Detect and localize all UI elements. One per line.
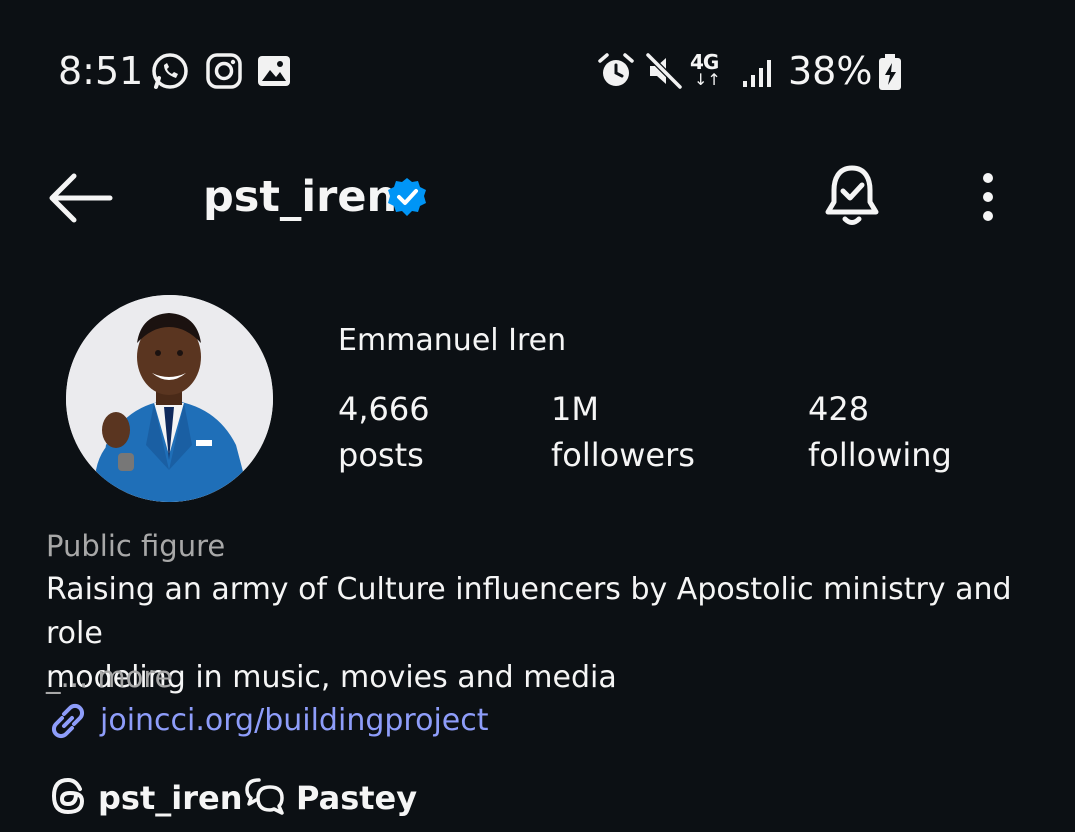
notification-bell-icon[interactable] [820,162,884,230]
profile-avatar[interactable] [66,295,273,502]
bio-more-link[interactable]: ... more [61,660,173,694]
bio-line: modeling in music, movies and media [46,660,617,695]
threads-username[interactable]: pst_iren [98,776,242,820]
following-label[interactable]: following [808,434,952,476]
battery-charging-icon [879,54,901,90]
page-title-username: pst_iren [203,172,398,222]
gallery-icon [258,56,290,86]
posts-count[interactable]: 4,666 [338,388,430,430]
bio-more-prefix: _ [46,660,61,694]
back-arrow-icon[interactable] [44,170,114,226]
verified-badge-icon [388,178,426,216]
chat-channel-name[interactable]: Pastey [296,776,417,820]
posts-label[interactable]: posts [338,434,424,476]
status-time: 8:51 [58,49,144,93]
profile-full-name: Emmanuel Iren [338,323,567,358]
threads-icon[interactable] [48,775,90,817]
chat-bubbles-icon[interactable] [244,775,286,817]
instagram-icon [206,53,242,89]
more-options-icon[interactable] [968,168,1008,226]
signal-icon [743,60,771,87]
mute-icon [645,52,683,90]
bio-line: Raising an army of Culture influencers b… [46,572,1012,651]
alarm-icon [598,53,634,86]
avatar-photo [66,295,273,502]
whatsapp-icon [152,53,188,89]
followers-count[interactable]: 1M [551,388,599,430]
network-4g-lte-icon: 4G ↓↑ [690,50,721,89]
profile-bio: Raising an army of Culture influencers b… [46,568,1046,700]
profile-category: Public figure [46,529,226,563]
battery-percent: 38% [788,49,873,93]
profile-website-link[interactable]: joincci.org/buildingproject [100,700,489,742]
following-count[interactable]: 428 [808,388,869,430]
link-icon [51,703,85,739]
followers-label[interactable]: followers [551,434,695,476]
bio-more-toggle[interactable]: _... more [46,657,173,697]
